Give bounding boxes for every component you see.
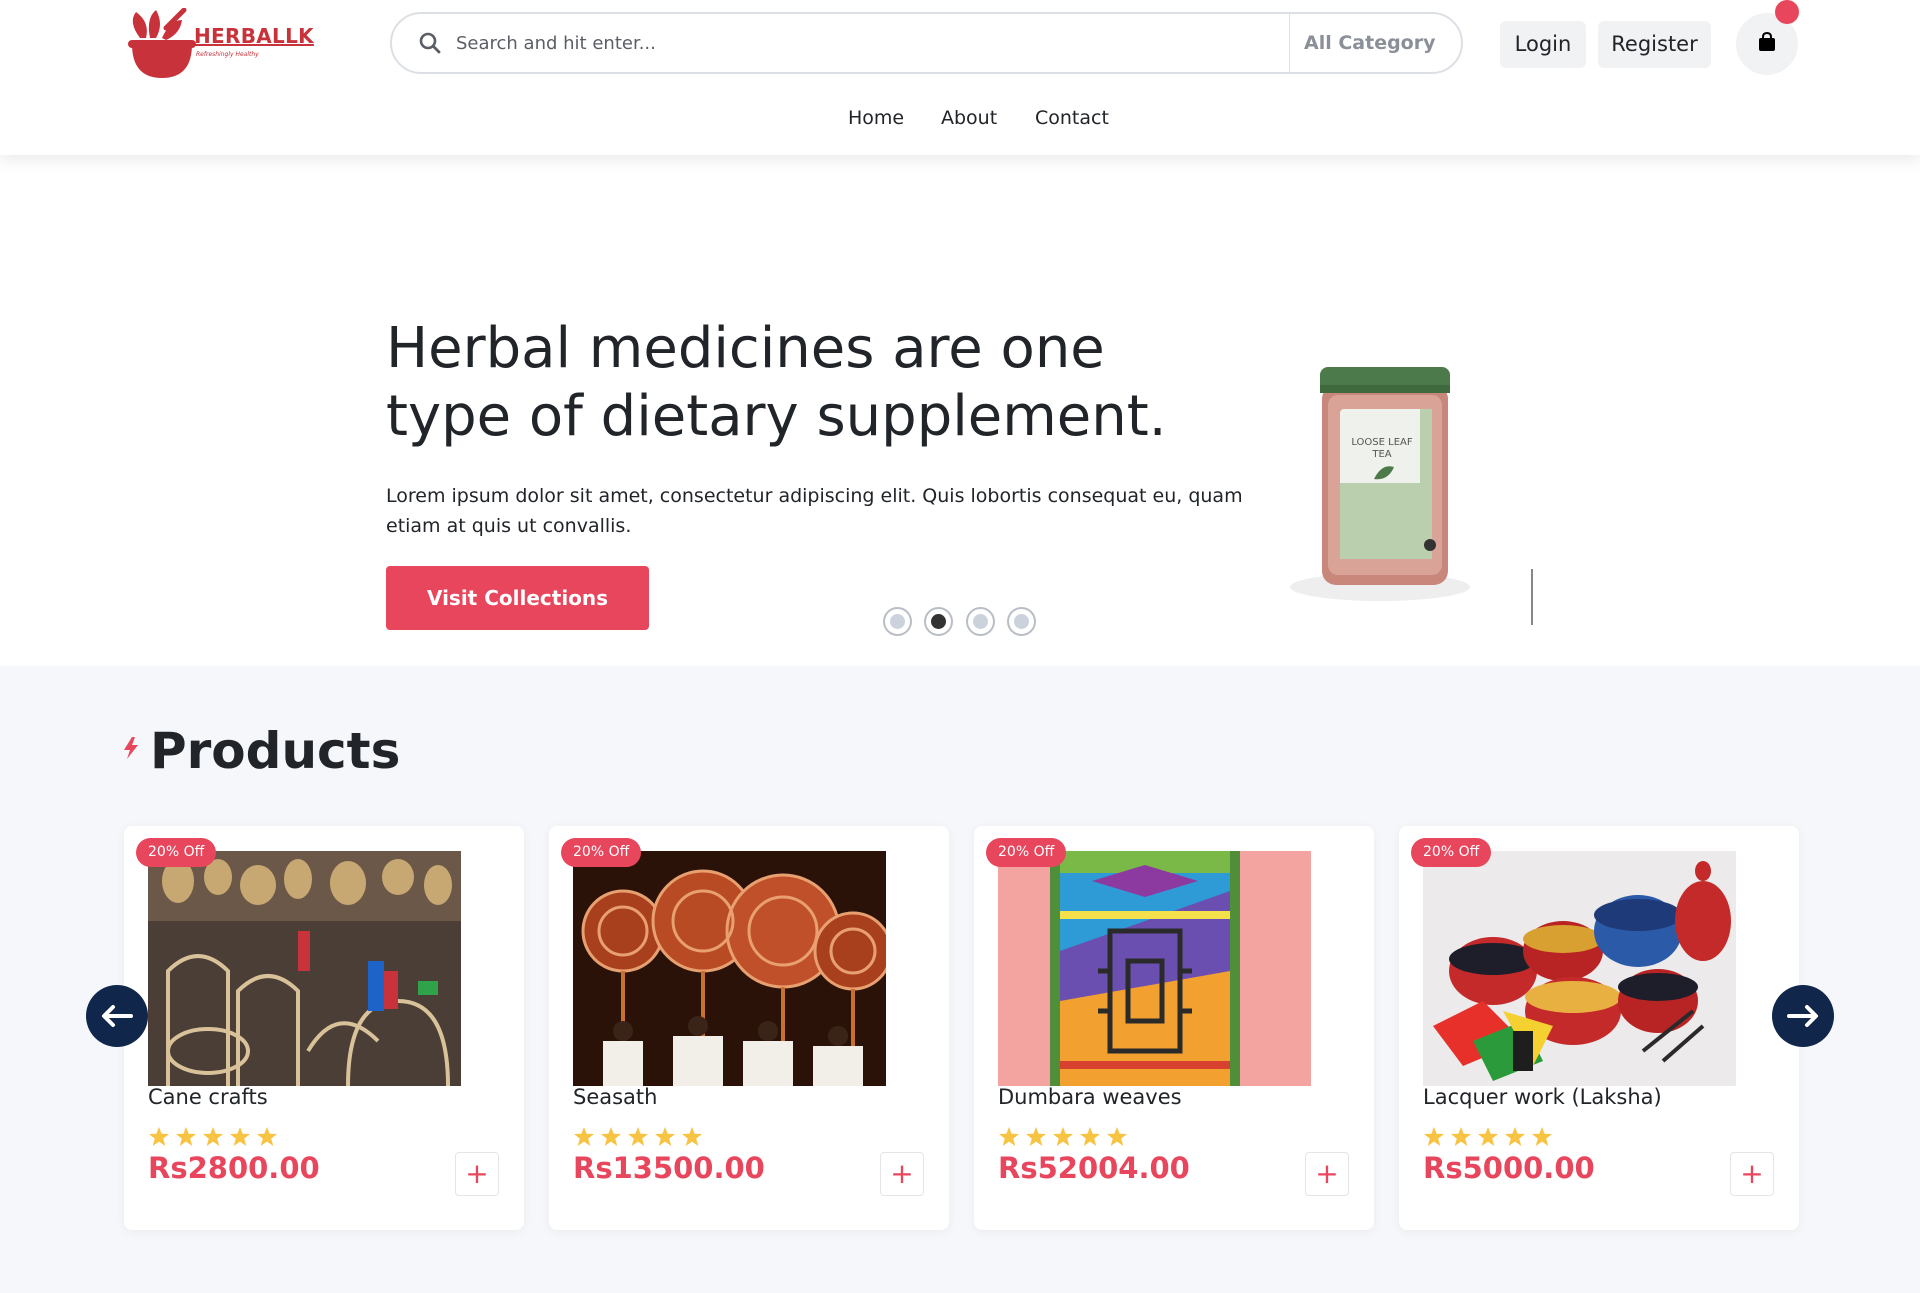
tea-jar-image: LOOSE LEAF TEA: [1290, 367, 1470, 601]
carousel-dot-3[interactable]: [966, 607, 995, 636]
product-card[interactable]: 20% Off Seasath Rs13500.00 +: [549, 826, 949, 1230]
product-name[interactable]: Lacquer work (Laksha): [1423, 1085, 1662, 1109]
login-button[interactable]: Login: [1500, 21, 1586, 68]
hero-title: Herbal medicines are one type of dietary…: [386, 316, 1167, 449]
register-button[interactable]: Register: [1598, 21, 1711, 68]
add-to-cart-button[interactable]: +: [1305, 1152, 1349, 1196]
discount-badge: 20% Off: [136, 838, 217, 867]
search-input[interactable]: [456, 14, 1276, 72]
product-image[interactable]: [998, 851, 1311, 1086]
carousel-dot-1[interactable]: [883, 607, 912, 636]
search-icon[interactable]: [418, 31, 442, 55]
jar-label-2: TEA: [1371, 449, 1391, 460]
cart-badge: [1775, 0, 1799, 24]
rating-stars: [1424, 1127, 1552, 1146]
category-select[interactable]: All Category: [1289, 14, 1461, 72]
main-nav: Home About Contact: [0, 104, 1920, 134]
rating-stars: [149, 1127, 277, 1146]
slider-divider: [1531, 569, 1533, 625]
arrow-left-icon: [102, 1005, 133, 1027]
product-card[interactable]: 20% Off Cane crafts Rs2800.00 +: [124, 826, 524, 1230]
product-price: Rs2800.00: [148, 1151, 320, 1185]
product-name[interactable]: Cane crafts: [148, 1085, 268, 1109]
carousel-prev-button[interactable]: [86, 985, 148, 1047]
brand-name: HERBALLK: [194, 24, 314, 48]
discount-badge: 20% Off: [1411, 838, 1492, 867]
product-name[interactable]: Dumbara weaves: [998, 1085, 1182, 1109]
search-bar: All Category: [390, 12, 1463, 74]
product-name[interactable]: Seasath: [573, 1085, 657, 1109]
discount-badge: 20% Off: [986, 838, 1067, 867]
lightning-icon: [124, 737, 138, 759]
brand-tagline: Refreshingly Healthy: [196, 51, 259, 58]
shopping-bag-icon: [1759, 32, 1775, 51]
mortar-leaf-logo-icon: [128, 8, 196, 78]
product-card[interactable]: 20% Off Lacquer work (Laksha) Rs5000.00 …: [1399, 826, 1799, 1230]
visit-collections-button[interactable]: Visit Collections: [386, 566, 649, 630]
carousel-dot-2[interactable]: [924, 607, 953, 636]
brand-logo[interactable]: HERBALLK Refreshingly Healthy: [122, 8, 314, 80]
hero-text: Lorem ipsum dolor sit amet, consectetur …: [386, 485, 1243, 537]
products-section: Products 20% Off Cane crafts Rs2800.00 +…: [0, 666, 1920, 1293]
product-image[interactable]: [573, 851, 886, 1086]
product-price: Rs13500.00: [573, 1151, 765, 1185]
arrow-right-icon: [1787, 1005, 1818, 1027]
site-header: HERBALLK Refreshingly Healthy All Catego…: [0, 0, 1920, 155]
add-to-cart-button[interactable]: +: [455, 1152, 499, 1196]
rating-stars: [574, 1127, 702, 1146]
nav-contact[interactable]: Contact: [1035, 107, 1109, 129]
add-to-cart-button[interactable]: +: [1730, 1152, 1774, 1196]
product-price: Rs52004.00: [998, 1151, 1190, 1185]
carousel-dots: [883, 607, 1043, 637]
product-card[interactable]: 20% Off Dumbara weaves Rs52004.00 +: [974, 826, 1374, 1230]
add-to-cart-button[interactable]: +: [880, 1152, 924, 1196]
product-image[interactable]: [1423, 851, 1736, 1086]
product-image[interactable]: [148, 851, 461, 1086]
nav-about[interactable]: About: [941, 107, 997, 129]
product-price: Rs5000.00: [1423, 1151, 1595, 1185]
products-title: Products: [150, 722, 401, 780]
jar-label-1: LOOSE LEAF: [1351, 437, 1413, 448]
hero-carousel: Herbal medicines are one type of dietary…: [0, 155, 1920, 666]
carousel-next-button[interactable]: [1772, 985, 1834, 1047]
nav-home[interactable]: Home: [848, 107, 904, 129]
discount-badge: 20% Off: [561, 838, 642, 867]
carousel-dot-4[interactable]: [1007, 607, 1036, 636]
rating-stars: [999, 1127, 1127, 1146]
